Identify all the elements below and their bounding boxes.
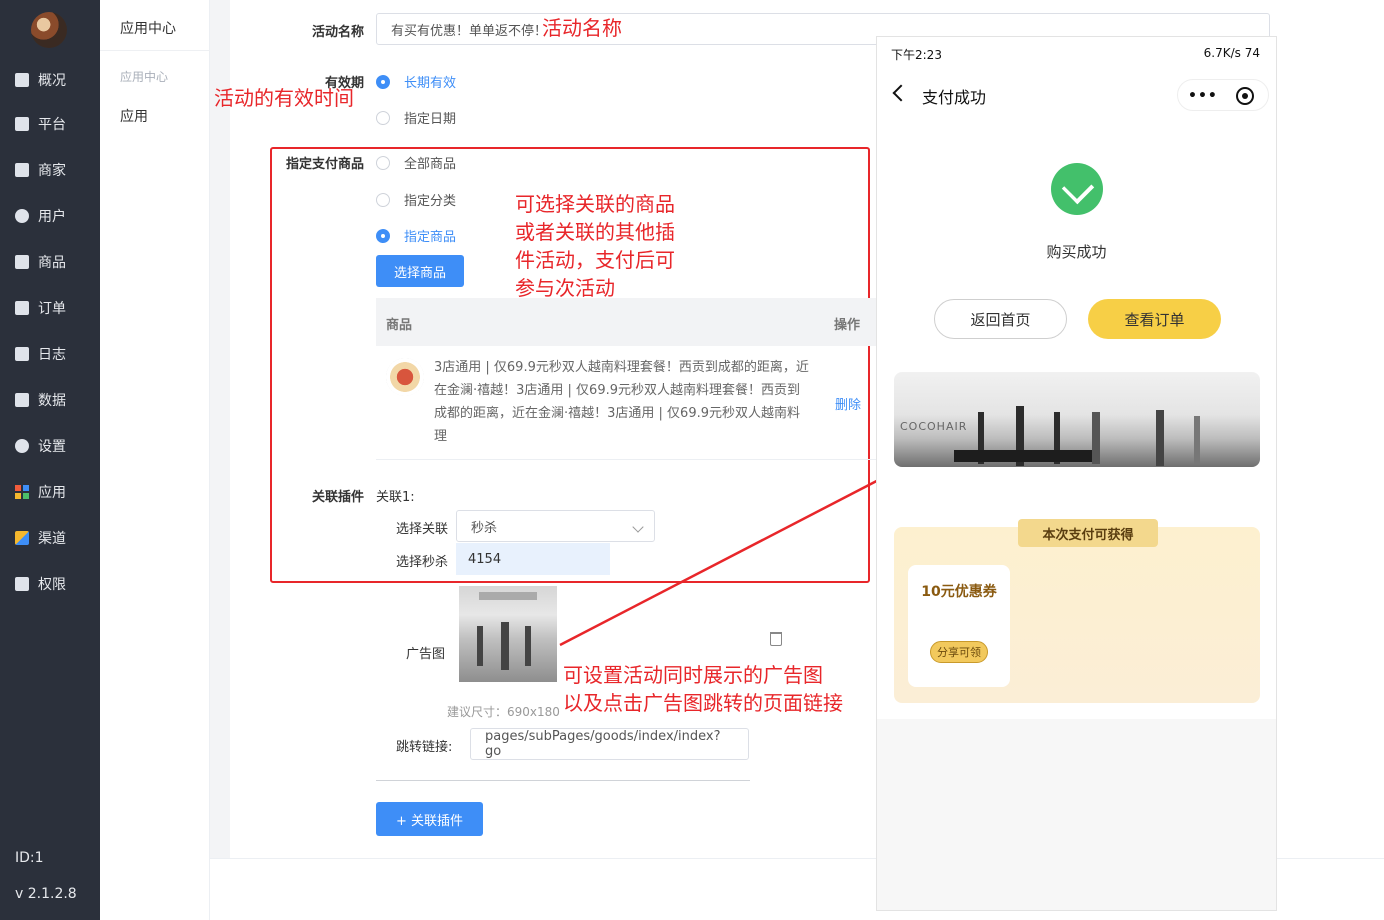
phone-nav-title: 支付成功 xyxy=(922,88,987,107)
banner-brand: COCOHAIR xyxy=(900,420,968,433)
close-target-icon[interactable] xyxy=(1236,87,1254,105)
view-order-button[interactable]: 查看订单 xyxy=(1088,299,1221,339)
phone-preview: 下午2:23 6.7K/s 74 支付成功 ••• 购买成功 返回首页 查看订单… xyxy=(876,36,1277,911)
coupon-card: 10元优惠券 分享可领 xyxy=(908,565,1010,687)
back-home-button[interactable]: 返回首页 xyxy=(934,299,1067,339)
success-text: 购买成功 xyxy=(1046,243,1107,261)
coupon-amount: 10元优惠券 xyxy=(921,584,997,600)
reward-card: 本次支付可获得 10元优惠券 分享可领 xyxy=(894,519,1260,703)
reward-title: 本次支付可获得 xyxy=(1018,519,1158,547)
status-time: 下午2:23 xyxy=(891,48,942,62)
status-indicators: 6.7K/s 74 xyxy=(1203,46,1260,60)
more-dots-icon[interactable]: ••• xyxy=(1188,88,1218,104)
ad-banner[interactable]: COCOHAIR xyxy=(894,372,1260,467)
share-claim-button[interactable]: 分享可领 xyxy=(930,641,988,663)
success-check-icon xyxy=(1051,163,1103,215)
back-arrow-icon[interactable] xyxy=(892,84,910,102)
phone-screen: 下午2:23 6.7K/s 74 支付成功 ••• 购买成功 返回首页 查看订单… xyxy=(877,37,1276,719)
mini-program-capsule[interactable]: ••• xyxy=(1177,79,1269,111)
